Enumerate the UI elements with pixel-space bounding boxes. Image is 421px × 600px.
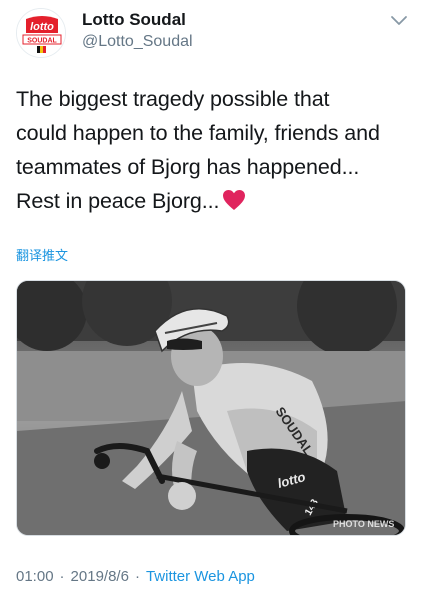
- tweet-header: lotto SOUDAL Lotto Soudal @Lotto_Soudal: [16, 8, 408, 60]
- cyclist-photo: SOUDAL lotto 143 PHOTO NEWS: [17, 281, 405, 535]
- chevron-down-icon[interactable]: [390, 14, 408, 26]
- author-handle[interactable]: @Lotto_Soudal: [82, 32, 193, 52]
- tweet-source-app[interactable]: Twitter Web App: [146, 568, 255, 585]
- avatar[interactable]: lotto SOUDAL: [16, 8, 66, 58]
- tweet-meta: 01:00 · 2019/8/6 · Twitter Web App: [16, 568, 255, 585]
- tweet-photo[interactable]: SOUDAL lotto 143 PHOTO NEWS: [16, 280, 406, 536]
- author-display-name[interactable]: Lotto Soudal: [82, 9, 193, 31]
- tweet-text-line-last: Rest in peace Bjorg...: [16, 184, 408, 221]
- avatar-logo-text: lotto: [30, 21, 54, 33]
- tweet-date[interactable]: 2019/8/6: [71, 568, 129, 585]
- translate-tweet-link[interactable]: 翻译推文: [16, 245, 68, 264]
- meta-separator: ·: [59, 568, 65, 585]
- tweet-text-line: teammates of Bjorg has happened...: [16, 155, 360, 179]
- tweet-text: The biggest tragedy possible that could …: [16, 82, 408, 221]
- lotto-soudal-logo: lotto SOUDAL: [17, 9, 65, 57]
- avatar-logo-subtext: SOUDAL: [27, 38, 57, 45]
- tweet-text-line: Rest in peace Bjorg...: [16, 189, 220, 213]
- tweet-text-line: could happen to the family, friends and: [16, 121, 380, 145]
- tweet-text-line: The biggest tragedy possible that: [16, 87, 330, 111]
- photo-watermark: PHOTO NEWS: [333, 519, 394, 529]
- tweet-time[interactable]: 01:00: [16, 568, 54, 585]
- author-names: Lotto Soudal @Lotto_Soudal: [82, 9, 193, 52]
- heart-icon: [222, 187, 246, 221]
- meta-separator: ·: [134, 568, 140, 585]
